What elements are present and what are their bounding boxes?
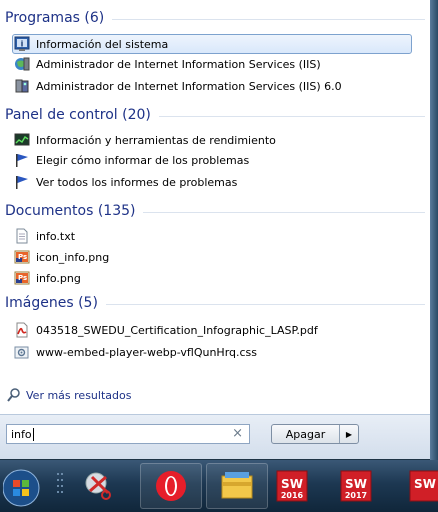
result-label: Elegir cómo informar de los problemas	[36, 153, 250, 167]
image-file-icon: Ps	[14, 270, 30, 286]
result-label: icon_info.png	[36, 250, 110, 264]
menu-edge	[430, 0, 438, 460]
snipping-tool-icon[interactable]	[72, 463, 126, 509]
group-header-images[interactable]: Imágenes (5)	[5, 293, 425, 313]
result-iis6-manager[interactable]: Administrador de Internet Information Se…	[14, 76, 411, 96]
solidworks-2016-icon[interactable]: SW 2016	[274, 463, 310, 509]
file-explorer-icon[interactable]	[206, 463, 268, 509]
clear-search-icon[interactable]: ×	[232, 426, 243, 441]
shutdown-label[interactable]: Apagar	[272, 425, 340, 443]
text-caret	[32, 427, 34, 441]
result-label: info.png	[36, 271, 81, 285]
search-query: info	[11, 427, 32, 441]
solidworks-2017-icon[interactable]: SW 2017	[338, 463, 374, 509]
search-icon	[6, 387, 22, 403]
result-icon-info-png[interactable]: Ps icon_info.png	[14, 247, 411, 267]
group-title: Panel de control (20)	[5, 107, 151, 123]
opera-icon[interactable]	[140, 463, 202, 509]
svg-text:i: i	[21, 40, 24, 49]
group-header-documents[interactable]: Documentos (135)	[5, 201, 425, 221]
group-title: Imágenes (5)	[5, 295, 98, 311]
start-orb-icon[interactable]	[0, 463, 50, 509]
result-performance[interactable]: Información y herramientas de rendimient…	[14, 130, 411, 150]
flag-icon	[14, 152, 30, 168]
group-title: Programas (6)	[5, 10, 105, 26]
result-view-reports[interactable]: Ver todos los informes de problemas	[14, 172, 411, 192]
solidworks-version-label: 2016	[281, 491, 304, 500]
group-divider	[112, 18, 425, 20]
css-file-icon	[14, 344, 30, 360]
group-header-control-panel[interactable]: Panel de control (20)	[5, 105, 425, 125]
start-menu: Programas (6) i Información del sistema …	[0, 0, 431, 459]
result-label: Información y herramientas de rendimient…	[36, 133, 276, 147]
result-system-info[interactable]: i Información del sistema	[12, 34, 412, 54]
see-more-results-link[interactable]: Ver más resultados	[6, 386, 131, 404]
shutdown-button[interactable]: Apagar ▶	[271, 424, 359, 444]
result-label: www-embed-player-webp-vflQunHrq.css	[36, 345, 258, 359]
result-report-problems[interactable]: Elegir cómo informar de los problemas	[14, 150, 411, 170]
result-info-png[interactable]: Ps info.png	[14, 268, 411, 288]
taskbar-grip	[52, 463, 68, 509]
result-label: Administrador de Internet Information Se…	[36, 79, 342, 93]
result-info-txt[interactable]: info.txt	[14, 226, 411, 246]
svg-text:SW: SW	[414, 477, 436, 491]
see-more-results-label: Ver más resultados	[26, 388, 132, 402]
result-certification-pdf[interactable]: 043518_SWEDU_Certification_Infographic_L…	[14, 320, 411, 340]
svg-text:SW: SW	[281, 477, 303, 491]
result-label: info.txt	[36, 229, 76, 243]
solidworks-version-label: 2017	[345, 491, 367, 500]
system-info-icon: i	[14, 36, 30, 52]
group-divider	[105, 303, 425, 305]
svg-text:SW: SW	[345, 477, 367, 491]
result-iis-manager[interactable]: Administrador de Internet Information Se…	[14, 54, 411, 74]
svg-text:Ps: Ps	[18, 253, 27, 261]
flag-icon	[14, 174, 30, 190]
group-divider	[143, 211, 425, 213]
performance-icon	[14, 132, 30, 148]
result-label: Ver todos los informes de problemas	[36, 175, 238, 189]
image-file-icon: Ps	[14, 249, 30, 265]
iis6-manager-icon	[14, 78, 30, 94]
result-embed-player-css[interactable]: www-embed-player-webp-vflQunHrq.css	[14, 342, 411, 362]
result-label: Administrador de Internet Information Se…	[36, 57, 321, 71]
group-header-programs[interactable]: Programas (6)	[5, 8, 425, 28]
group-divider	[158, 115, 425, 117]
iis-manager-icon	[14, 56, 30, 72]
text-file-icon	[14, 228, 30, 244]
group-title: Documentos (135)	[5, 203, 136, 219]
svg-text:Ps: Ps	[18, 274, 27, 282]
pdf-file-icon	[14, 322, 30, 338]
search-input[interactable]: info ×	[6, 424, 250, 444]
result-label: Información del sistema	[36, 37, 169, 51]
search-results: Programas (6) i Información del sistema …	[0, 0, 430, 414]
solidworks-icon[interactable]: SW	[408, 463, 438, 509]
result-label: 043518_SWEDU_Certification_Infographic_L…	[36, 323, 318, 337]
shutdown-options-arrow[interactable]: ▶	[340, 425, 358, 443]
